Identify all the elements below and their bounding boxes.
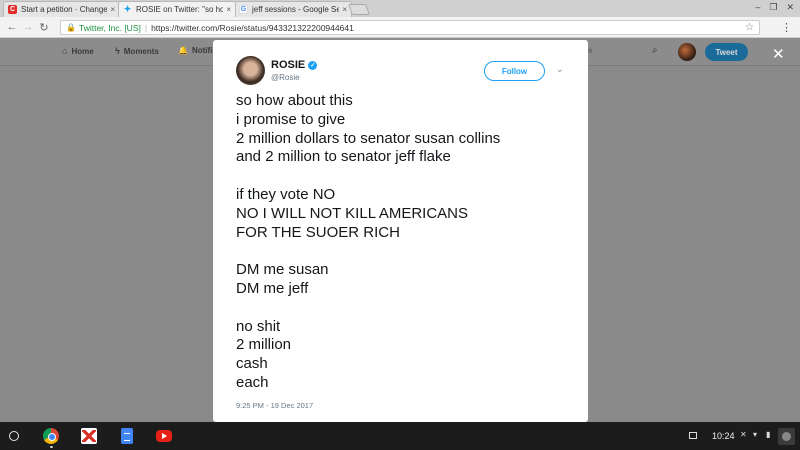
tab-close-icon[interactable]: ×	[226, 5, 231, 14]
author-avatar[interactable]	[236, 56, 265, 85]
tweet-line: each	[236, 373, 269, 391]
secure-site-label: Twitter, Inc. [US]	[78, 22, 141, 33]
tweet-line	[236, 299, 500, 318]
url-text[interactable]: https://twitter.com/Rosie/status/9433213…	[151, 23, 354, 33]
profile-avatar[interactable]	[678, 43, 696, 61]
tab-close-icon[interactable]: ×	[342, 5, 347, 14]
tweet-line: i promise to give	[236, 110, 346, 128]
tweet-line: DM me susan	[236, 261, 329, 279]
minimize-icon[interactable]: –	[755, 2, 760, 13]
tweet-line	[236, 167, 500, 186]
tweet-line: 2 million	[236, 336, 292, 354]
running-indicator	[50, 446, 53, 448]
browser-toolbar: ← → ↻ 🔒 Twitter, Inc. [US] | https://twi…	[0, 17, 800, 38]
chrome-menu-icon[interactable]: ⋮	[781, 21, 792, 34]
change-org-icon: C	[8, 5, 17, 14]
tab-title: ROSIE on Twitter: "so ho	[136, 5, 224, 14]
nav-notifications-label: Notifi	[191, 46, 213, 55]
home-icon: ⌂	[62, 46, 68, 56]
close-window-icon[interactable]: ✕	[786, 2, 794, 13]
tweet-permalink-card: ROSIE ✓ @Rosie Follow ⌄ so how about thi…	[213, 40, 588, 422]
reload-icon[interactable]: ↻	[36, 21, 52, 34]
tab-close-icon[interactable]: ×	[110, 5, 115, 14]
more-options-chevron-icon[interactable]: ⌄	[556, 64, 564, 75]
google-icon: G	[239, 5, 248, 14]
tweet-line: FOR THE SUOER RICH	[236, 223, 400, 241]
author-name[interactable]: ROSIE ✓	[271, 59, 318, 71]
user-avatar-icon[interactable]	[778, 428, 795, 445]
nav-notifications[interactable]: 🔔 Notifi	[178, 46, 212, 55]
tweet-line: DM me jeff	[236, 279, 309, 297]
tweet-line: 2 million dollars to senator susan colli…	[236, 129, 501, 147]
mute-icon[interactable]: ✕	[740, 430, 747, 439]
nav-home[interactable]: ⌂ Home	[62, 46, 94, 56]
clock[interactable]: 10:24	[712, 431, 735, 441]
forward-arrow-icon[interactable]: →	[20, 21, 36, 33]
tweet-line: NO I WILL NOT KILL AMERICANS	[236, 204, 469, 222]
tweet-line: if they vote NO	[236, 185, 336, 203]
nav-home-label: Home	[71, 46, 94, 56]
window-controls: – ❐ ✕	[755, 2, 794, 13]
launcher-circle-icon[interactable]	[9, 431, 19, 441]
tab-change-petition[interactable]: C Start a petition · Change ×	[3, 1, 120, 17]
address-bar[interactable]: 🔒 Twitter, Inc. [US] | https://twitter.c…	[60, 20, 760, 35]
screenshot-image-icon[interactable]	[689, 432, 697, 439]
lock-icon: 🔒	[66, 23, 76, 32]
search-icon[interactable]: ⌕	[652, 45, 658, 56]
tweet-line: cash	[236, 355, 268, 373]
gmail-icon[interactable]	[81, 428, 97, 444]
chrome-icon[interactable]	[43, 428, 59, 444]
bell-icon: 🔔	[178, 46, 188, 55]
tab-title: jeff sessions - Google Se	[252, 5, 340, 14]
back-arrow-icon[interactable]: ←	[4, 21, 20, 33]
maximize-icon[interactable]: ❐	[769, 2, 777, 13]
twitter-bird-icon: ✦	[123, 4, 132, 14]
nav-moments[interactable]: ϟ Moments	[115, 46, 159, 56]
tab-google-search[interactable]: G jeff sessions - Google Se ×	[234, 1, 352, 17]
lightning-icon: ϟ	[115, 46, 120, 56]
new-tab-button[interactable]	[347, 4, 371, 15]
tab-strip: C Start a petition · Change × ✦ ROSIE on…	[0, 0, 800, 17]
tweet-text: so how about this i promise to give 2 mi…	[236, 92, 500, 393]
url-divider: |	[144, 22, 148, 33]
youtube-icon[interactable]	[156, 430, 172, 442]
follow-button[interactable]: Follow	[484, 61, 545, 81]
tweet-line	[236, 242, 500, 261]
nav-moments-label: Moments	[123, 46, 159, 56]
search-field[interactable]: e	[588, 46, 592, 55]
tweet-line: no shit	[236, 317, 281, 335]
tweet-button[interactable]: Tweet	[705, 43, 748, 61]
battery-icon[interactable]: ▮	[766, 430, 770, 439]
os-shelf: 10:24 ✕ ▾ ▮	[0, 422, 800, 450]
author-handle[interactable]: @Rosie	[271, 73, 300, 82]
tab-rosie-twitter[interactable]: ✦ ROSIE on Twitter: "so ho ×	[118, 1, 236, 17]
wifi-icon[interactable]: ▾	[753, 430, 757, 439]
verified-badge-icon: ✓	[308, 60, 318, 70]
tab-title: Start a petition · Change	[21, 5, 108, 14]
author-name-text: ROSIE	[271, 59, 306, 71]
tweet-line: so how about this	[236, 92, 353, 109]
bookmark-star-icon[interactable]: ☆	[745, 22, 754, 33]
tweet-line: and 2 million to senator jeff flake	[236, 148, 451, 166]
close-modal-icon[interactable]: ✕	[772, 45, 785, 63]
tweet-timestamp[interactable]: 9:25 PM - 19 Dec 2017	[236, 401, 313, 410]
docs-icon[interactable]	[121, 428, 133, 444]
